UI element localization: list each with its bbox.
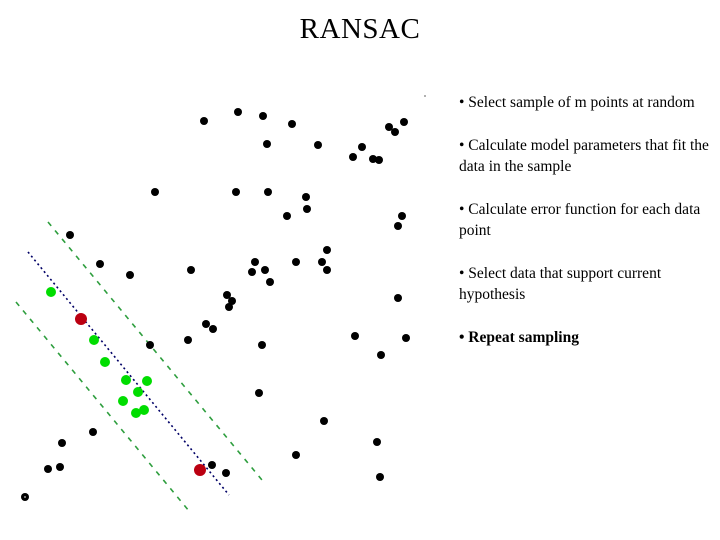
point-outliers-2	[259, 112, 267, 120]
point-outliers-48	[376, 473, 384, 481]
point-outliers-32	[66, 231, 74, 239]
point-outliers-10	[349, 153, 357, 161]
bullet-select-support: • Select data that support current hypot…	[459, 265, 662, 303]
bullet-repeat-sampling: • Repeat sampling	[459, 329, 579, 346]
point-outliers-31	[96, 260, 104, 268]
point-outliers-17	[303, 205, 311, 213]
point-outliers-45	[255, 389, 263, 397]
point-inliers-3	[121, 375, 131, 385]
point-outliers-40	[377, 351, 385, 359]
slide-canvas: RANSAC • Select sample of m points at ra…	[0, 0, 720, 540]
point-outliers-9	[358, 143, 366, 151]
point-outliers-5	[400, 118, 408, 126]
point-inliers-6	[142, 376, 152, 386]
point-sample_points-1	[194, 464, 206, 476]
point-outliers-29	[323, 266, 331, 274]
page-title: RANSAC	[299, 13, 421, 45]
point-sample_points-0	[75, 313, 87, 325]
point-outliers-0	[200, 117, 208, 125]
point-outliers-21	[318, 258, 326, 266]
point-outliers-27	[266, 278, 274, 286]
point-outliers-7	[263, 140, 271, 148]
point-faint_marks-1	[24, 496, 26, 498]
point-outliers-28	[292, 258, 300, 266]
point-outliers-23	[251, 258, 259, 266]
bullet-list: • Select sample of m points at random • C…	[459, 92, 717, 348]
line-band_lower	[47, 221, 263, 481]
point-outliers-15	[264, 188, 272, 196]
point-outliers-41	[402, 334, 410, 342]
point-outliers-24	[323, 246, 331, 254]
point-outliers-13	[151, 188, 159, 196]
point-outliers-38	[258, 341, 266, 349]
point-outliers-18	[283, 212, 291, 220]
point-outliers-51	[222, 469, 230, 477]
point-outliers-26	[261, 266, 269, 274]
point-outliers-50	[208, 461, 216, 469]
point-outliers-6	[391, 128, 399, 136]
point-inliers-1	[89, 335, 99, 345]
scatter-svg	[15, 95, 426, 510]
point-inliers-4	[118, 396, 128, 406]
point-outliers-1	[234, 108, 242, 116]
point-outliers-25	[248, 268, 256, 276]
point-outliers-47	[292, 451, 300, 459]
point-outliers-35	[202, 320, 210, 328]
point-outliers-37	[184, 336, 192, 344]
point-outliers-55	[44, 465, 52, 473]
point-outliers-39	[351, 332, 359, 340]
point-inliers-0	[46, 287, 56, 297]
point-outliers-20	[394, 222, 402, 230]
group-inliers	[46, 287, 152, 418]
point-outliers-3	[288, 120, 296, 128]
bullet-calculate-error: • Calculate error function for each data…	[459, 201, 701, 239]
point-outliers-36	[209, 325, 217, 333]
point-outliers-8	[314, 141, 322, 149]
point-outliers-16	[302, 193, 310, 201]
point-outliers-53	[58, 439, 66, 447]
point-outliers-12	[375, 156, 383, 164]
point-outliers-49	[373, 438, 381, 446]
group-outliers	[21, 108, 410, 501]
bullet-select-sample: • Select sample of m points at random	[459, 94, 695, 111]
point-outliers-33	[126, 271, 134, 279]
point-outliers-54	[56, 463, 64, 471]
point-outliers-42	[394, 294, 402, 302]
point-outliers-14	[232, 188, 240, 196]
point-inliers-8	[139, 405, 149, 415]
line-band_upper	[15, 301, 190, 510]
point-inliers-5	[133, 387, 143, 397]
point-outliers-44	[228, 297, 236, 305]
point-outliers-22	[146, 341, 154, 349]
ransac-scatter-plot	[0, 80, 455, 510]
point-outliers-46	[320, 417, 328, 425]
point-outliers-30	[187, 266, 195, 274]
point-outliers-19	[398, 212, 406, 220]
point-faint_marks-0	[424, 95, 426, 97]
point-outliers-52	[89, 428, 97, 436]
point-inliers-2	[100, 357, 110, 367]
line-fit_line	[27, 251, 230, 496]
bullet-calculate-model: • Calculate model parameters that fit th…	[459, 137, 709, 175]
